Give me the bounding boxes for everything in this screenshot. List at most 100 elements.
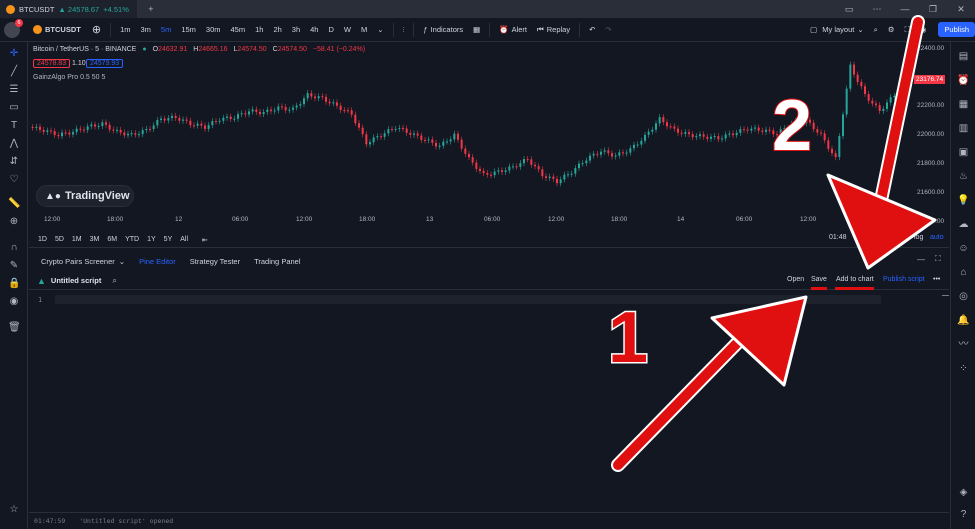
layout-selector[interactable]: ▢ My layout ⌄ xyxy=(806,18,868,42)
more-dots-icon[interactable]: ⋯ xyxy=(863,0,891,18)
trendline-icon[interactable]: ╱ xyxy=(8,66,20,78)
layout-icon[interactable]: ▭ xyxy=(835,0,863,18)
range-all[interactable]: All xyxy=(177,236,191,243)
signal-icon[interactable]: ◎ xyxy=(957,290,970,303)
interval-45m[interactable]: 45m xyxy=(227,18,250,42)
bid-price-box[interactable]: 24578.83 xyxy=(33,59,71,68)
minimize-panel-icon[interactable]: — xyxy=(917,255,925,264)
range-ytd[interactable]: YTD xyxy=(122,236,142,243)
browser-tab[interactable]: BTCUSDT ▲ 24578.67 +4.51% xyxy=(0,0,137,18)
price-axis[interactable]: 22400.00 22200.00 22000.00 21800.00 2160… xyxy=(915,42,949,232)
interval-15m[interactable]: 15m xyxy=(177,18,200,42)
prediction-icon[interactable]: ⇵ xyxy=(8,156,20,168)
zoom-icon[interactable]: ⊕ xyxy=(8,216,20,228)
ruler-icon[interactable]: 📏 xyxy=(8,198,20,210)
fib-icon[interactable]: ☰ xyxy=(8,84,20,96)
editor-scrollbar[interactable] xyxy=(942,295,949,296)
interval-5m[interactable]: 5m xyxy=(157,18,175,42)
bell-icon[interactable]: 🔔 xyxy=(957,314,970,327)
chevron-down-icon[interactable]: ⌄ xyxy=(373,18,387,42)
lock-icon[interactable]: 🔒 xyxy=(8,278,20,290)
percent-toggle[interactable]: % xyxy=(899,234,905,241)
more-options-icon[interactable]: ••• xyxy=(933,276,940,283)
layers-icon[interactable]: ◈ xyxy=(957,486,970,499)
range-3m[interactable]: 3M xyxy=(87,236,103,243)
gear-icon[interactable]: ⚙ xyxy=(884,18,899,42)
interval-w[interactable]: W xyxy=(340,18,355,42)
range-1y[interactable]: 1Y xyxy=(144,236,159,243)
lightbulb-icon[interactable]: 💡 xyxy=(957,194,970,207)
calendar-icon[interactable]: ▣ xyxy=(957,146,970,159)
chart-pane[interactable]: Bitcoin / TetherUS · 5 · BINANCE ● O2463… xyxy=(29,42,949,232)
alert-button[interactable]: ⏰ Alert xyxy=(495,18,531,42)
dots-grid-icon[interactable]: ⁘ xyxy=(957,362,970,375)
broadcast-icon[interactable]: ⌂ xyxy=(957,266,970,279)
publish-button[interactable]: Publish xyxy=(938,22,975,37)
range-5d[interactable]: 5D xyxy=(52,236,67,243)
interval-3m[interactable]: 3m xyxy=(136,18,154,42)
range-5y[interactable]: 5Y xyxy=(161,236,176,243)
close-button[interactable]: ✕ xyxy=(947,0,975,18)
price-chart[interactable] xyxy=(29,42,915,212)
templates-grid-icon[interactable]: ▦ xyxy=(469,18,484,42)
code-editor-line[interactable] xyxy=(55,295,881,304)
range-1m[interactable]: 1M xyxy=(69,236,85,243)
redo-icon[interactable]: ↷ xyxy=(601,18,615,42)
tab-crypto-pairs-screener[interactable]: Crypto Pairs Screener ⌄ xyxy=(35,252,131,270)
text-icon[interactable]: T xyxy=(8,120,20,132)
heart-icon[interactable]: ♡ xyxy=(8,174,20,186)
data-window-icon[interactable]: ▦ xyxy=(957,98,970,111)
minimize-button[interactable]: — xyxy=(891,0,919,18)
maximize-button[interactable]: ❐ xyxy=(919,0,947,18)
compare-plus-icon[interactable]: ⊕ xyxy=(88,18,105,42)
script-title[interactable]: Untitled script xyxy=(51,276,101,285)
save-button[interactable]: Save xyxy=(811,276,827,283)
range-1d[interactable]: 1D xyxy=(35,236,50,243)
auto-toggle[interactable]: auto xyxy=(930,234,944,241)
symbol-search[interactable]: BTCUSDT xyxy=(28,25,86,34)
interval-2h[interactable]: 2h xyxy=(269,18,285,42)
interval-3h[interactable]: 3h xyxy=(288,18,304,42)
search-icon[interactable]: ⌕ xyxy=(112,276,116,286)
watchlist-icon[interactable]: ▤ xyxy=(957,50,970,63)
interval-m[interactable]: M xyxy=(357,18,371,42)
time-axis[interactable]: 12:00 18:00 12 06:00 12:00 18:00 13 06:0… xyxy=(29,216,919,228)
pattern-icon[interactable]: ⋀ xyxy=(8,138,20,150)
interval-d[interactable]: D xyxy=(324,18,337,42)
help-icon[interactable]: ? xyxy=(957,508,970,521)
indicator-legend[interactable]: GainzAlgo Pro 0.5 50 5 xyxy=(33,74,105,81)
tab-strategy-tester[interactable]: Strategy Tester xyxy=(184,252,246,270)
new-tab-plus-icon[interactable]: + xyxy=(137,0,165,18)
magnet-icon[interactable]: ∩ xyxy=(8,242,20,254)
ask-price-box[interactable]: 24579.93 xyxy=(86,59,124,68)
ideas-icon[interactable]: ♨ xyxy=(957,170,970,183)
interval-30m[interactable]: 30m xyxy=(202,18,225,42)
replay-button[interactable]: ⏮ Replay xyxy=(533,18,574,42)
interval-1h[interactable]: 1h xyxy=(251,18,267,42)
camera-icon[interactable]: ◉ xyxy=(916,18,931,42)
avatar[interactable]: 6 xyxy=(4,18,23,38)
interval-1m[interactable]: 1m xyxy=(116,18,134,42)
undo-icon[interactable]: ↶ xyxy=(585,18,599,42)
search-icon[interactable]: ⌕ xyxy=(870,18,882,42)
publish-script-button[interactable]: Publish script xyxy=(883,276,925,283)
alerts-clock-icon[interactable]: ⏰ xyxy=(957,74,970,87)
interval-4h[interactable]: 4h xyxy=(306,18,322,42)
add-to-chart-button[interactable]: Add to chart xyxy=(836,276,874,283)
eye-dot-icon[interactable]: ● xyxy=(142,46,146,53)
goto-date-icon[interactable]: ⇤ xyxy=(199,236,211,244)
rectangle-icon[interactable]: ▭ xyxy=(8,102,20,114)
crosshair-icon[interactable]: ✛ xyxy=(8,48,20,60)
tab-trading-panel[interactable]: Trading Panel xyxy=(248,252,306,270)
log-toggle[interactable]: log xyxy=(914,234,923,241)
candles-icon[interactable]: ⫶ xyxy=(399,18,409,42)
trash-icon[interactable]: 🗑 xyxy=(8,322,21,334)
open-button[interactable]: Open xyxy=(787,276,804,283)
hotlist-icon[interactable]: ▥ xyxy=(957,122,970,135)
pulse-icon[interactable]: 〰 xyxy=(957,338,970,351)
streams-icon[interactable]: ☺ xyxy=(957,242,970,255)
chat-icon[interactable]: ☁ xyxy=(957,218,970,231)
draw-mode-icon[interactable]: ✎ xyxy=(8,260,20,272)
eye-icon[interactable]: ◉ xyxy=(8,296,20,308)
indicators-button[interactable]: ƒ Indicators xyxy=(419,18,467,42)
